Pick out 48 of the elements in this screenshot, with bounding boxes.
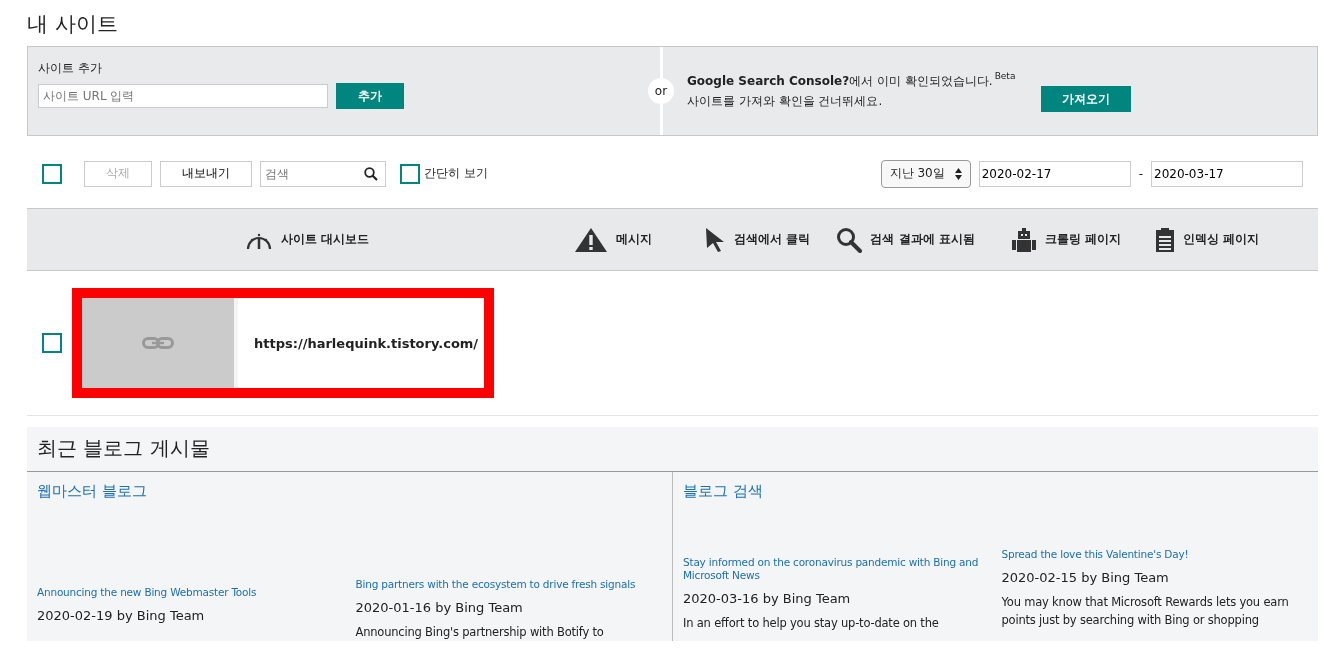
post-meta: 2020-02-15 by Bing Team [1001, 570, 1170, 585]
column-header[interactable]: 메시지 [574, 226, 653, 253]
blog-section-title: 최근 블로그 게시물 [27, 427, 1318, 472]
post-meta: 2020-02-19 by Bing Team [37, 608, 206, 623]
date-separator: - [1138, 166, 1143, 181]
post-excerpt: In an effort to help you stay up-to-date on the [683, 615, 940, 632]
page-title: 내 사이트 [27, 11, 119, 38]
site-card[interactable]: https://harlequink.tistory.com/ [72, 288, 495, 398]
column-header[interactable]: 검색에서 클릭 [704, 226, 811, 253]
post-meta: 2020-03-16 by Bing Team [683, 591, 852, 606]
post-excerpt: Announcing Bing's partnership with Botify to [355, 624, 605, 641]
column-header[interactable]: 크롤링 페이지 [1010, 226, 1121, 253]
link-icon [142, 337, 174, 349]
period-dropdown[interactable]: 지난 30일 [880, 159, 971, 188]
import-button[interactable]: 가져오기 [1041, 86, 1132, 112]
clipboard-icon [1154, 226, 1175, 253]
post-title-link[interactable]: Bing partners with the ecosystem to drive fresh signals [355, 578, 636, 591]
post-meta: 2020-01-16 by Bing Team [355, 600, 524, 615]
end-date-field[interactable]: 2020-03-17 [1151, 160, 1303, 187]
site-checkbox[interactable] [42, 333, 62, 353]
url-input-field[interactable]: 사이트 URL 입력 [38, 84, 328, 108]
post-title-link[interactable]: Announcing the new Bing Webmaster Tools [37, 586, 257, 599]
compact-view-label: 간단히 보기 [424, 165, 488, 182]
add-site-label: 사이트 추가 [38, 60, 102, 77]
post-title-link[interactable]: Spread the love this Valentine's Day! [1001, 548, 1189, 561]
post-excerpt: You may know that Microsoft Rewards lets you earn points just by searching with Bing or shopping [1001, 594, 1290, 629]
site-url: https://harlequink.tistory.com/ [234, 298, 485, 388]
post-title-link[interactable]: Stay informed on the coronavirus pandemic with Bing and Microsoft News [683, 556, 990, 582]
column-header[interactable]: 인덱싱 페이지 [1154, 226, 1260, 253]
search-icon [836, 226, 863, 253]
beta-label: Beta [994, 71, 1016, 81]
search-field[interactable]: 검색 [260, 160, 386, 187]
updown-icon [954, 167, 962, 180]
compact-view-checkbox[interactable] [400, 163, 420, 184]
import-hint: 사이트를 가져와 확인을 건너뛰세요. [687, 93, 884, 110]
select-all-checkbox[interactable] [42, 163, 62, 184]
blog-heading-link[interactable]: 웹마스터 블로그 [37, 482, 147, 500]
or-separator: or [648, 78, 674, 104]
warning-icon [574, 226, 609, 253]
robot-icon [1010, 226, 1037, 253]
search-icon [364, 166, 378, 181]
start-date-field[interactable]: 2020-02-17 [978, 160, 1131, 187]
column-header[interactable]: 검색 결과에 표시됨 [836, 226, 975, 253]
export-button[interactable]: 내보내기 [160, 160, 252, 187]
column-header[interactable]: 사이트 대시보드 [245, 228, 370, 251]
import-message: Google Search Console?에서 이미 확인되었습니다. [687, 73, 993, 90]
add-button[interactable]: 추가 [336, 83, 404, 109]
blog-heading-link[interactable]: 블로그 검색 [683, 482, 763, 500]
